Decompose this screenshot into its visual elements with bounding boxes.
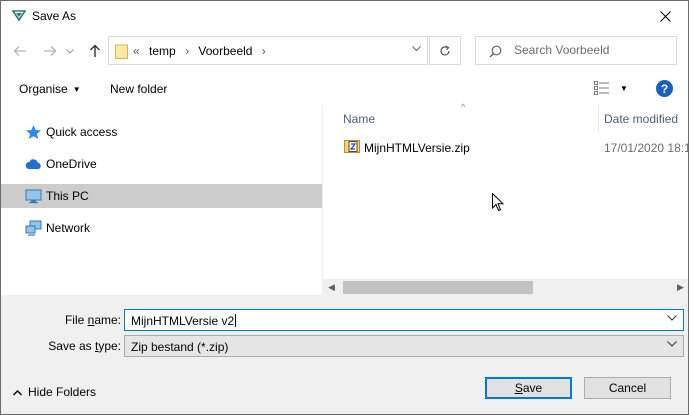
- save-button[interactable]: Save: [485, 377, 572, 399]
- nav-item-onedrive[interactable]: OneDrive: [1, 152, 322, 176]
- chevron-down-icon[interactable]: [667, 315, 677, 321]
- nav-item-label: OneDrive: [46, 157, 97, 171]
- breadcrumb: « temp › Voorbeeld ›: [133, 44, 272, 58]
- view-options-icon[interactable]: [594, 81, 610, 95]
- save-as-type-value: Zip bestand (*.zip): [131, 340, 229, 354]
- close-icon: [659, 11, 671, 22]
- help-button[interactable]: ?: [656, 80, 673, 97]
- file-name: MijnHTMLVersie.zip: [364, 141, 470, 155]
- nav-item-label: Network: [46, 221, 91, 235]
- search-input[interactable]: [514, 43, 669, 57]
- star-icon: [26, 125, 41, 139]
- scroll-right-icon[interactable]: ▶: [677, 282, 684, 293]
- breadcrumb-item-voorbeeld[interactable]: Voorbeeld: [198, 44, 252, 58]
- refresh-button[interactable]: [429, 36, 461, 65]
- forward-button[interactable]: [41, 42, 59, 60]
- column-header-row: ^ Name Date modified: [323, 102, 688, 131]
- view-dropdown-arrow-icon[interactable]: ▼: [620, 84, 628, 93]
- search-box[interactable]: [475, 36, 677, 65]
- column-header-date-modified[interactable]: Date modified: [604, 112, 678, 126]
- breadcrumb-overflow[interactable]: «: [133, 44, 140, 58]
- column-divider[interactable]: [598, 105, 599, 131]
- up-button[interactable]: [86, 42, 104, 60]
- nav-item-label: Quick access: [46, 125, 118, 139]
- back-button[interactable]: [11, 42, 29, 60]
- network-icon: [25, 220, 42, 236]
- dropdown-arrow-icon: ▼: [72, 85, 81, 94]
- address-bar[interactable]: « temp › Voorbeeld ›: [108, 36, 428, 65]
- hide-folders-label: Hide Folders: [28, 385, 97, 399]
- app-icon: [12, 10, 26, 22]
- file-date-modified: 17/01/2020 18:14: [604, 141, 689, 155]
- file-name-label: File name:: [64, 313, 121, 327]
- scroll-left-icon[interactable]: ◀: [328, 282, 335, 293]
- navigation-pane: Quick access OneDrive This PC Network: [1, 105, 322, 295]
- cancel-button[interactable]: Cancel: [584, 377, 671, 399]
- horizontal-scrollbar[interactable]: ◀ ▶: [323, 279, 688, 296]
- hide-folders-button[interactable]: Hide Folders: [13, 385, 96, 399]
- zip-folder-icon: [344, 140, 360, 153]
- save-as-type-label: Save as type:: [48, 339, 121, 353]
- help-icon: ?: [660, 81, 669, 96]
- window-title: Save As: [32, 9, 77, 23]
- computer-icon: [25, 189, 42, 204]
- navigation-bar: « temp › Voorbeeld ›: [1, 32, 688, 71]
- back-arrow-icon: [13, 46, 26, 56]
- cloud-icon: [25, 159, 41, 169]
- command-bar: Organise ▼ New folder ▼ ?: [1, 71, 688, 105]
- file-name-value[interactable]: MijnHTMLVersie v2: [131, 314, 237, 328]
- mouse-cursor-icon: [492, 193, 504, 212]
- breadcrumb-item-temp[interactable]: temp: [149, 44, 176, 58]
- nav-item-quick-access[interactable]: Quick access: [1, 120, 322, 144]
- close-button[interactable]: [642, 1, 688, 32]
- refresh-icon: [440, 44, 450, 56]
- file-row[interactable]: MijnHTMLVersie.zip 17/01/2020 18:14: [323, 135, 689, 159]
- nav-item-this-pc[interactable]: This PC: [1, 184, 322, 208]
- up-arrow-icon: [90, 44, 100, 57]
- file-name-field[interactable]: MijnHTMLVersie v2: [124, 309, 684, 331]
- chevron-down-icon: [66, 48, 74, 54]
- save-as-dialog: Save As « temp › Voorbeeld › Search Voor…: [0, 0, 689, 415]
- column-header-name[interactable]: Name: [343, 112, 375, 126]
- nav-item-network[interactable]: Network: [1, 216, 322, 240]
- save-as-type-select[interactable]: Zip bestand (*.zip): [124, 335, 684, 357]
- chevron-up-icon: [13, 390, 22, 396]
- new-folder-button[interactable]: New folder: [110, 82, 167, 96]
- nav-item-label: This PC: [46, 189, 89, 203]
- breadcrumb-separator: ›: [185, 44, 190, 58]
- recent-locations-button[interactable]: [65, 42, 75, 60]
- save-form: File name: MijnHTMLVersie v2 Save as typ…: [1, 295, 688, 414]
- folder-icon: [115, 44, 128, 59]
- chevron-down-icon[interactable]: [412, 46, 421, 52]
- title-bar: Save As: [1, 1, 688, 32]
- scrollbar-thumb[interactable]: [343, 281, 533, 294]
- breadcrumb-separator: ›: [261, 44, 266, 58]
- search-icon: [489, 45, 502, 58]
- organise-button[interactable]: Organise ▼: [19, 82, 81, 96]
- file-list: ^ Name Date modified MijnHTMLVersie.zip …: [322, 102, 689, 296]
- sort-ascending-icon: ^: [461, 102, 466, 112]
- organise-label: Organise: [19, 82, 68, 96]
- chevron-down-icon: [667, 341, 677, 347]
- forward-arrow-icon: [44, 46, 57, 56]
